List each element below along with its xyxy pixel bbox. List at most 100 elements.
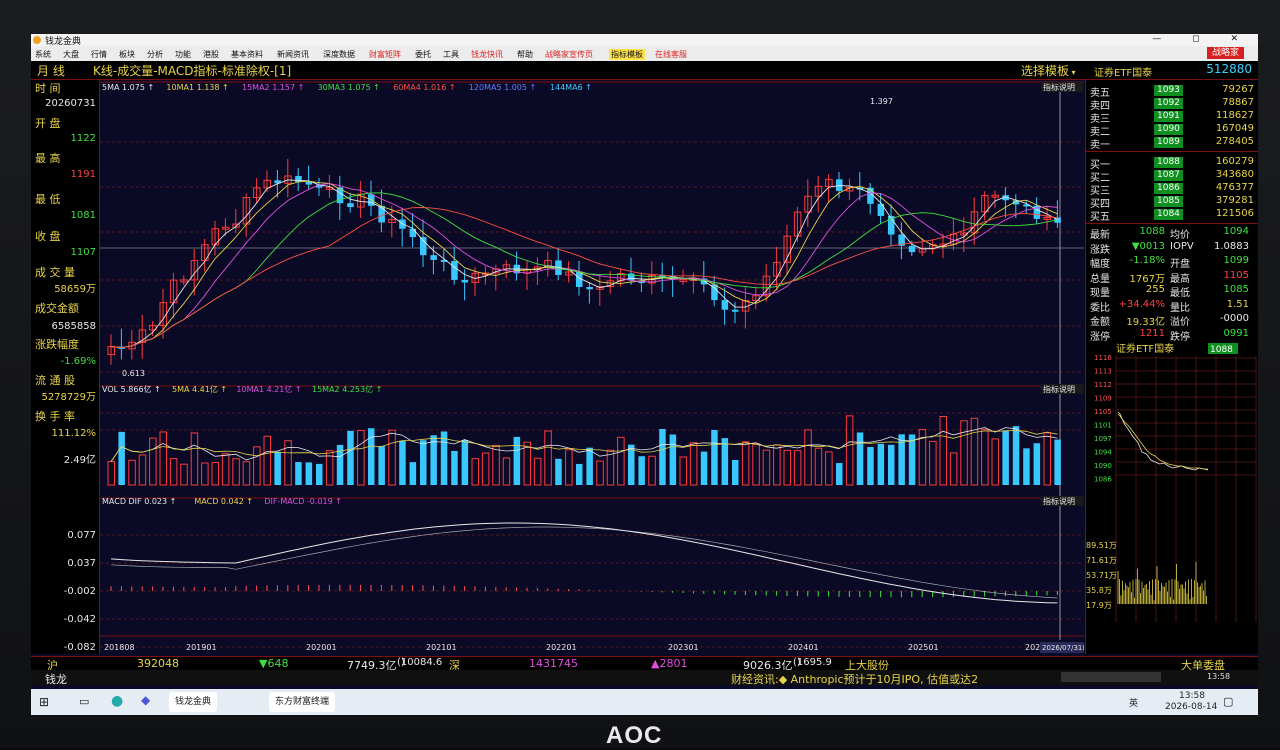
volume-bar-up	[523, 441, 531, 486]
open-label: 开 盘	[35, 117, 61, 130]
volume-bar-up	[793, 450, 802, 486]
menu-item-9[interactable]: 深度数据	[323, 49, 355, 60]
stat-label: 最新	[1090, 230, 1110, 241]
menu-item-3[interactable]: 板块	[119, 49, 135, 60]
period-selector[interactable]: 月 线	[37, 62, 65, 79]
taskbar-app-eastmoney[interactable]: 东方财富终端	[269, 692, 336, 712]
candle-down	[586, 286, 593, 290]
menu-item-0[interactable]: 系统	[35, 49, 51, 60]
stat-label: 涨停	[1090, 331, 1110, 343]
mini-price-tick: 1105	[1094, 408, 1112, 416]
volume-bar-down	[877, 443, 885, 485]
time-label: 时 间	[35, 82, 61, 95]
volume-bar-down	[555, 458, 562, 485]
ma-legend-item: 5MA 1.075 ↑	[102, 83, 154, 92]
ime-language[interactable]: 英	[1129, 696, 1138, 709]
candle-down	[732, 309, 739, 312]
menu-item-8[interactable]: 新闻资讯	[277, 49, 309, 60]
mini-intraday-chart[interactable]: 证券ETF国泰 1088 1116 1113 1112 1109 1105 1101 1097 1…	[1086, 342, 1258, 642]
change-label: 涨跌幅度	[35, 338, 79, 351]
volume-bar-up	[107, 461, 115, 486]
candle-down	[409, 228, 417, 238]
chat-icon[interactable]: ●	[111, 693, 123, 709]
menu-item-service[interactable]: 在线客服	[655, 49, 687, 60]
volume-bar-up	[741, 441, 750, 486]
buy-level[interactable]: 买四 1085 379281	[1088, 195, 1258, 210]
mini-title: 证券ETF国泰	[1116, 342, 1174, 355]
news-ticker[interactable]: 财经资讯:◆ Anthropic预计于10月IPO, 估值或达2	[731, 671, 978, 687]
stat-value: 1.51	[1226, 298, 1249, 310]
ob-price: 1086	[1154, 183, 1183, 194]
template-selector[interactable]: 选择模板 ▾	[1021, 62, 1076, 79]
sell-level[interactable]: 卖四 1092 78867	[1088, 97, 1258, 112]
menu-item-2[interactable]: 行情	[91, 49, 107, 60]
ma-legend-item: 60MA4 1.016 ↑	[393, 83, 455, 92]
stat-label: 最低	[1170, 288, 1190, 299]
menu-item-indicator-template[interactable]: 指标模板	[609, 49, 645, 60]
candle-down	[347, 203, 354, 208]
ob-qty: 121506	[1215, 208, 1254, 219]
mini-price-tick: 1112	[1094, 381, 1112, 389]
stat-label: 委比	[1090, 302, 1110, 314]
high-value: 1191	[70, 169, 96, 180]
sell-level[interactable]: 卖五 1093 79267	[1088, 84, 1258, 99]
task-view-icon[interactable]: ▭	[79, 695, 89, 708]
menu-item-r2[interactable]: 钱龙快讯	[471, 49, 503, 60]
x-axis-label: 202001	[306, 643, 337, 652]
candle-down	[295, 175, 302, 182]
sz-value: 1431745	[529, 657, 578, 670]
buy-level[interactable]: 买二 1087 343680	[1088, 169, 1258, 184]
login-button[interactable]: 战略家	[1206, 47, 1244, 59]
sell-level[interactable]: 卖一 1089 278405	[1088, 136, 1258, 151]
volume-bar-up	[159, 431, 167, 486]
x-axis-label: 202101	[426, 643, 457, 652]
menu-item-4[interactable]: 分析	[147, 49, 163, 60]
ob-price: 1090	[1154, 124, 1183, 135]
close-label: 收 盘	[35, 230, 61, 243]
macd-legend-item: MACD DIF 0.023 ↑	[102, 497, 176, 506]
buy-level[interactable]: 买三 1086 476377	[1088, 182, 1258, 197]
sell-level[interactable]: 卖三 1091 118627	[1088, 110, 1258, 125]
menu-item-r3[interactable]: 帮助	[517, 49, 533, 60]
volume-value: 58659万	[54, 284, 96, 295]
security-name: 证券ETF国泰	[1094, 68, 1153, 79]
volume-bar-down	[721, 438, 729, 485]
menu-item-5[interactable]: 功能	[175, 49, 191, 60]
buy-level[interactable]: 买五 1084 121506	[1088, 208, 1258, 223]
ma-legend-item: 120MA5 1.005 ↑	[469, 83, 536, 92]
volume-bar-down	[638, 456, 645, 485]
volume-bar-up	[970, 417, 979, 486]
volume-bar-down	[700, 451, 708, 485]
menu-item-wealth[interactable]: 财富矩阵	[369, 49, 401, 60]
chart-svg[interactable]: 5MA 1.075 ↑ 10MA1 1.138 ↑ 15MA2 1.157 ↑ 30M…	[100, 80, 1084, 654]
menu-item-r0[interactable]: 委托	[415, 49, 431, 60]
volume-bar-up	[138, 454, 147, 486]
ma-legend-item: 10MA1 1.138 ↑	[166, 83, 228, 92]
ob-qty: 160279	[1215, 156, 1254, 167]
volume-bar-up	[804, 429, 812, 486]
screen: 钱龙金典 — ◻ ✕ 战略家 系统 大盘 行情 板块 分析 功能 港股 基本资料 新闻资讯 深度数…	[31, 34, 1258, 715]
kline-chart[interactable]: 5MA 1.075 ↑ 10MA1 1.138 ↑ 15MA2 1.157 ↑ 30M…	[100, 80, 1084, 654]
menu-item-6[interactable]: 港股	[203, 49, 219, 60]
ob-price: 1089	[1154, 137, 1183, 148]
stats-divider	[1086, 223, 1258, 224]
menu-item-promo[interactable]: 战略家宣传页	[545, 49, 593, 60]
buy-level[interactable]: 买一 1088 160279	[1088, 156, 1258, 171]
stat-value: 19.33亿	[1126, 317, 1165, 328]
macd-legend-item: MACD 0.042 ↑	[194, 497, 253, 506]
volume-bar-up	[263, 435, 271, 486]
window-controls[interactable]: — ◻ ✕	[1152, 34, 1252, 44]
taskbar-app-qianlong[interactable]: 钱龙金典	[169, 692, 218, 712]
menu-item-1[interactable]: 大盘	[63, 49, 79, 60]
notification-icon[interactable]: ▢	[1223, 695, 1233, 708]
windows-start-icon[interactable]: ⊞	[39, 695, 49, 709]
menu-item-r1[interactable]: 工具	[443, 49, 459, 60]
menu-item-7[interactable]: 基本资料	[231, 49, 263, 60]
mini-price: 1088	[1210, 345, 1233, 355]
ai-icon[interactable]: ◆	[141, 693, 150, 707]
sell-level[interactable]: 卖二 1090 167049	[1088, 123, 1258, 138]
volume-bar-up	[825, 451, 833, 486]
volume-bar-down	[1012, 426, 1020, 485]
macd-legend-item: DIF-MACD -0.019 ↑	[264, 497, 342, 506]
indicator-tag: 指标说明	[1043, 384, 1075, 394]
